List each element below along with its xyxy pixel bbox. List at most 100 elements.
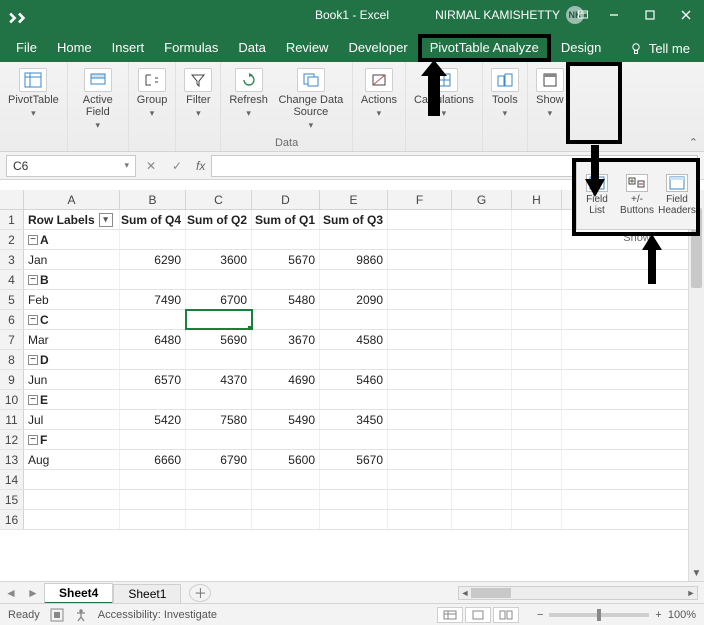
column-header-value[interactable]: Sum of Q4: [120, 210, 186, 229]
cell[interactable]: [512, 350, 562, 369]
cell[interactable]: [186, 270, 252, 289]
cell[interactable]: [24, 510, 120, 529]
cell[interactable]: [512, 270, 562, 289]
cell[interactable]: [320, 390, 388, 409]
accessibility-status[interactable]: Accessibility: Investigate: [98, 609, 217, 621]
data-cell[interactable]: 5670: [252, 250, 320, 269]
cell[interactable]: [452, 250, 512, 269]
refresh-button[interactable]: Refresh ▾: [227, 66, 270, 133]
cell[interactable]: [252, 310, 320, 329]
column-header-value[interactable]: Sum of Q1: [252, 210, 320, 229]
group-row[interactable]: −E: [24, 390, 120, 409]
cell[interactable]: [512, 330, 562, 349]
cell[interactable]: [388, 390, 452, 409]
data-cell[interactable]: 6790: [186, 450, 252, 469]
row-header[interactable]: 13: [0, 450, 24, 469]
cell[interactable]: [512, 390, 562, 409]
ribbon-display-options-button[interactable]: [570, 0, 596, 30]
row-header[interactable]: 5: [0, 290, 24, 309]
tab-design[interactable]: Design: [551, 34, 611, 62]
collapse-icon[interactable]: −: [28, 435, 38, 445]
column-header[interactable]: F: [388, 190, 452, 209]
cell[interactable]: [388, 290, 452, 309]
cell[interactable]: [452, 390, 512, 409]
cell[interactable]: [512, 230, 562, 249]
cell[interactable]: [120, 270, 186, 289]
cell[interactable]: [120, 310, 186, 329]
column-header-value[interactable]: Sum of Q3: [320, 210, 388, 229]
row-header[interactable]: 7: [0, 330, 24, 349]
horizontal-scrollbar[interactable]: ◄ ►: [458, 586, 698, 600]
cell[interactable]: [252, 350, 320, 369]
column-header[interactable]: C: [186, 190, 252, 209]
cell[interactable]: [186, 230, 252, 249]
group-button[interactable]: Group ▾: [135, 66, 170, 121]
row-header[interactable]: 14: [0, 470, 24, 489]
actions-button[interactable]: Actions ▾: [359, 66, 399, 121]
group-row[interactable]: −A: [24, 230, 120, 249]
cell[interactable]: [512, 250, 562, 269]
cell[interactable]: [512, 470, 562, 489]
cell[interactable]: [186, 390, 252, 409]
row-header[interactable]: 6: [0, 310, 24, 329]
cell[interactable]: [388, 210, 452, 229]
cell[interactable]: [512, 490, 562, 509]
data-cell[interactable]: 5480: [252, 290, 320, 309]
filter-dropdown-icon[interactable]: ▾: [99, 213, 113, 227]
fx-label[interactable]: fx: [192, 159, 205, 173]
cell[interactable]: [452, 510, 512, 529]
zoom-level[interactable]: 100%: [668, 609, 696, 621]
data-cell[interactable]: 7580: [186, 410, 252, 429]
cell[interactable]: [320, 430, 388, 449]
page-layout-view-button[interactable]: [465, 607, 491, 623]
cell[interactable]: [388, 370, 452, 389]
cell[interactable]: [120, 490, 186, 509]
select-all-corner[interactable]: [0, 190, 24, 209]
column-header[interactable]: B: [120, 190, 186, 209]
cell[interactable]: [452, 450, 512, 469]
tab-review[interactable]: Review: [276, 34, 339, 62]
data-cell[interactable]: 6290: [120, 250, 186, 269]
group-row[interactable]: −C: [24, 310, 120, 329]
row-label[interactable]: Mar: [24, 330, 120, 349]
row-header[interactable]: 8: [0, 350, 24, 369]
cell[interactable]: [452, 470, 512, 489]
column-header[interactable]: A: [24, 190, 120, 209]
row-header[interactable]: 16: [0, 510, 24, 529]
tab-formulas[interactable]: Formulas: [154, 34, 228, 62]
spreadsheet-grid[interactable]: ABCDEFGH 1Row Labels▾Sum of Q4Sum of Q2S…: [0, 190, 704, 581]
cell[interactable]: [320, 350, 388, 369]
cell[interactable]: [320, 490, 388, 509]
group-row[interactable]: −F: [24, 430, 120, 449]
data-cell[interactable]: 9860: [320, 250, 388, 269]
selected-cell[interactable]: [186, 310, 252, 329]
cell[interactable]: [388, 230, 452, 249]
minimize-button[interactable]: [596, 0, 632, 30]
collapse-icon[interactable]: −: [28, 275, 38, 285]
cell[interactable]: [452, 290, 512, 309]
collapse-icon[interactable]: −: [28, 315, 38, 325]
cell[interactable]: [388, 250, 452, 269]
show-button[interactable]: Show ▾: [534, 66, 566, 121]
enter-formula-button[interactable]: ✓: [166, 155, 188, 177]
cell[interactable]: [452, 350, 512, 369]
cell[interactable]: [512, 210, 562, 229]
cell[interactable]: [252, 270, 320, 289]
hscroll-thumb[interactable]: [471, 588, 511, 598]
cell[interactable]: [120, 350, 186, 369]
data-cell[interactable]: 6480: [120, 330, 186, 349]
cell[interactable]: [320, 470, 388, 489]
cell[interactable]: [452, 210, 512, 229]
cell[interactable]: [186, 430, 252, 449]
vertical-scrollbar[interactable]: ▲ ▼: [688, 190, 704, 581]
scroll-left-button[interactable]: ◄: [459, 587, 471, 599]
zoom-slider[interactable]: [549, 613, 649, 617]
cell[interactable]: [512, 310, 562, 329]
row-labels-header[interactable]: Row Labels▾: [24, 210, 120, 229]
cell[interactable]: [120, 430, 186, 449]
cell[interactable]: [452, 490, 512, 509]
tell-me-label[interactable]: Tell me: [649, 41, 690, 56]
maximize-button[interactable]: [632, 0, 668, 30]
quick-access-more-icon[interactable]: [8, 7, 30, 23]
pivottable-button[interactable]: PivotTable ▾: [6, 66, 61, 121]
